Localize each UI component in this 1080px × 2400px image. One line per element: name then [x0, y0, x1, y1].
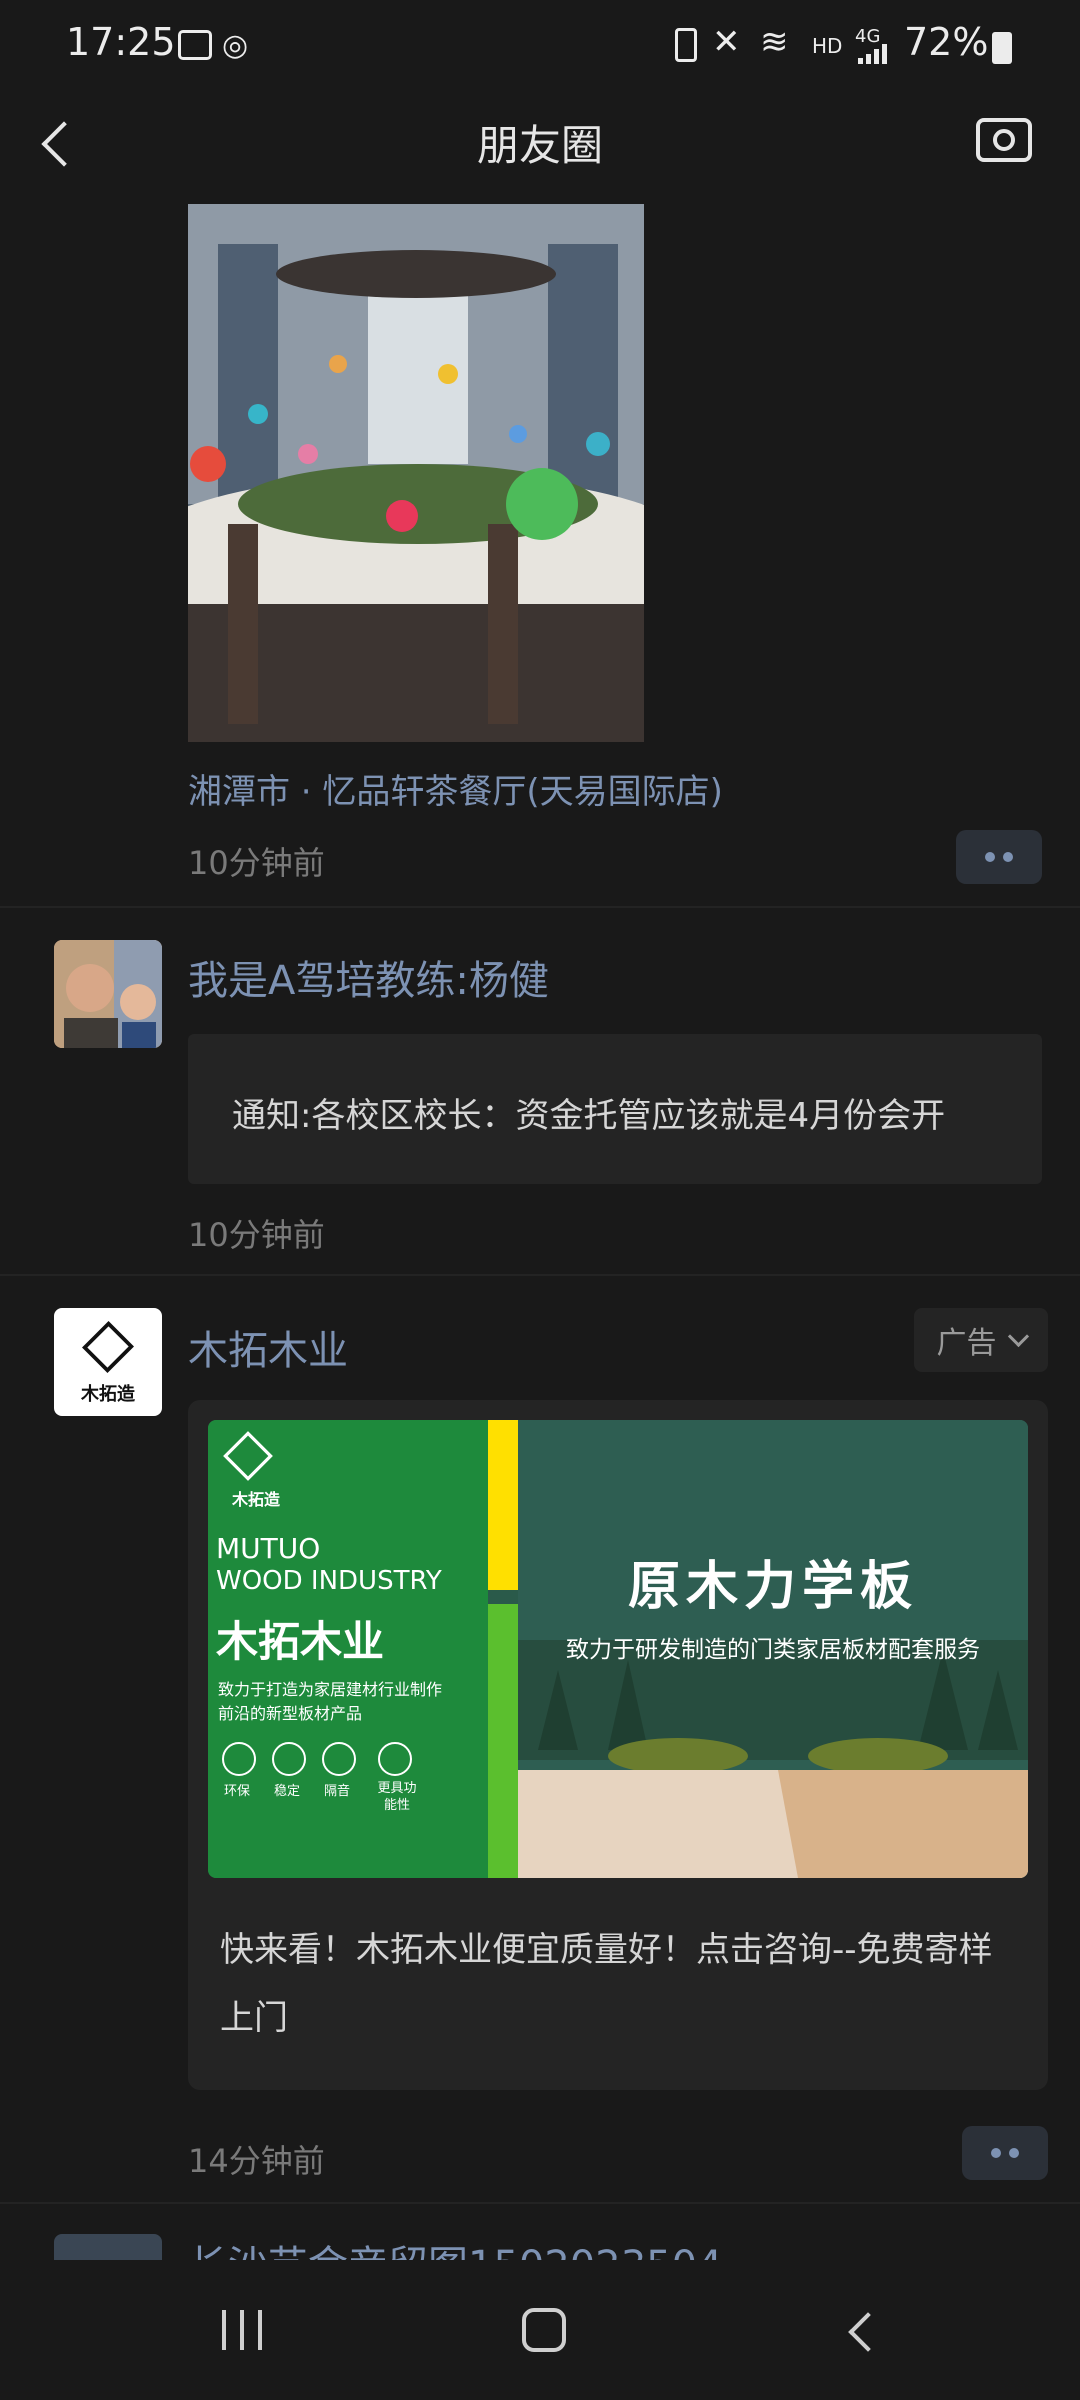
more-icon[interactable]	[956, 830, 1042, 884]
brand-logo-icon	[82, 1321, 134, 1373]
battery-percent: 72%	[904, 20, 989, 64]
gallery-notification-icon	[178, 30, 212, 60]
wechat-notification-icon: ◎	[222, 28, 249, 63]
feature-label: 稳定	[274, 1784, 301, 1799]
banner-desc-1: 致力于打造为家居建材行业制作	[218, 1680, 443, 1699]
post-divider	[0, 906, 1080, 908]
phone-status-icon	[675, 28, 697, 62]
shared-content-text: 通知:各校区校长：资金托管应该就是4月份会开	[232, 1096, 946, 1136]
ad-card[interactable]: 木拓造 MUTUO WOOD INDUSTRY 木拓木业 致力于打造为家居建材行…	[188, 1400, 1048, 2090]
banner-accent-green	[488, 1604, 518, 1878]
post-location[interactable]: 湘潭市 · 忆品轩茶餐厅(天易国际店)	[188, 764, 723, 813]
feature-label: 隔音	[324, 1784, 351, 1799]
chevron-down-icon	[1007, 1325, 1029, 1347]
feature-label: 环保	[224, 1784, 251, 1799]
nav-back-icon[interactable]	[840, 2310, 888, 2354]
post-divider	[0, 2202, 1080, 2204]
avatar[interactable]: 木拓造	[54, 1308, 162, 1416]
banner-scene: 原木力学板 致力于研发制造的门类家居板材配套服务	[518, 1420, 1028, 1878]
recent-apps-icon[interactable]	[222, 2310, 264, 2350]
page-title: 朋友圈	[476, 121, 603, 170]
banner-desc-2: 前沿的新型板材产品	[218, 1704, 363, 1723]
hd-label: HD	[812, 34, 843, 58]
banner-brand-cn: 木拓木业	[216, 1617, 385, 1666]
eco-icon	[222, 1742, 256, 1776]
post-time: 10分钟前	[188, 1216, 325, 1254]
signal-icon	[858, 44, 888, 64]
shared-content-box[interactable]: 通知:各校区校长：资金托管应该就是4月份会开	[188, 1034, 1042, 1184]
post-time: 10分钟前	[188, 844, 325, 882]
banner-brand-en-1: MUTUO	[216, 1532, 321, 1565]
post-author[interactable]: 长沙艺金帝留图1502023504	[188, 2236, 723, 2262]
avatar-logo-text: 木拓造	[81, 1384, 135, 1405]
banner-subline: 致力于研发制造的门类家居板材配套服务	[566, 1637, 980, 1663]
feature-label: 更具功能性	[377, 1781, 417, 1813]
soundproof-icon	[322, 1742, 356, 1776]
camera-icon[interactable]	[976, 118, 1032, 162]
post-author[interactable]: 木拓木业	[188, 1318, 348, 1376]
avatar[interactable]	[54, 940, 162, 1048]
banner-brand-en-2: WOOD INDUSTRY	[216, 1566, 442, 1596]
wifi-icon: ≋	[760, 22, 789, 62]
function-icon	[378, 1742, 412, 1776]
ad-label-button[interactable]: 广告	[914, 1308, 1048, 1372]
banner-accent-yellow	[488, 1420, 518, 1590]
home-icon[interactable]	[522, 2308, 566, 2352]
ad-label: 广告	[936, 1326, 997, 1361]
battery-icon	[992, 32, 1012, 64]
post-divider	[0, 1274, 1080, 1276]
banner-logo-icon	[223, 1431, 273, 1481]
mute-icon: ✕	[712, 22, 741, 62]
banner-left-panel: 木拓造 MUTUO WOOD INDUSTRY 木拓木业 致力于打造为家居建材行…	[208, 1420, 488, 1878]
post-photo[interactable]	[188, 204, 644, 742]
ad-banner[interactable]: 木拓造 MUTUO WOOD INDUSTRY 木拓木业 致力于打造为家居建材行…	[208, 1420, 1028, 1878]
post-time: 14分钟前	[188, 2142, 325, 2180]
banner-logo-text: 木拓造	[232, 1490, 281, 1509]
status-time: 17:25	[66, 20, 176, 64]
post-author[interactable]: 我是A驾培教练:杨健	[188, 948, 549, 1006]
more-icon[interactable]	[962, 2126, 1048, 2180]
stable-icon	[272, 1742, 306, 1776]
ad-text: 快来看！木拓木业便宜质量好！点击咨询--免费寄样上门	[220, 1930, 993, 2038]
banner-headline: 原木力学板	[627, 1557, 918, 1617]
